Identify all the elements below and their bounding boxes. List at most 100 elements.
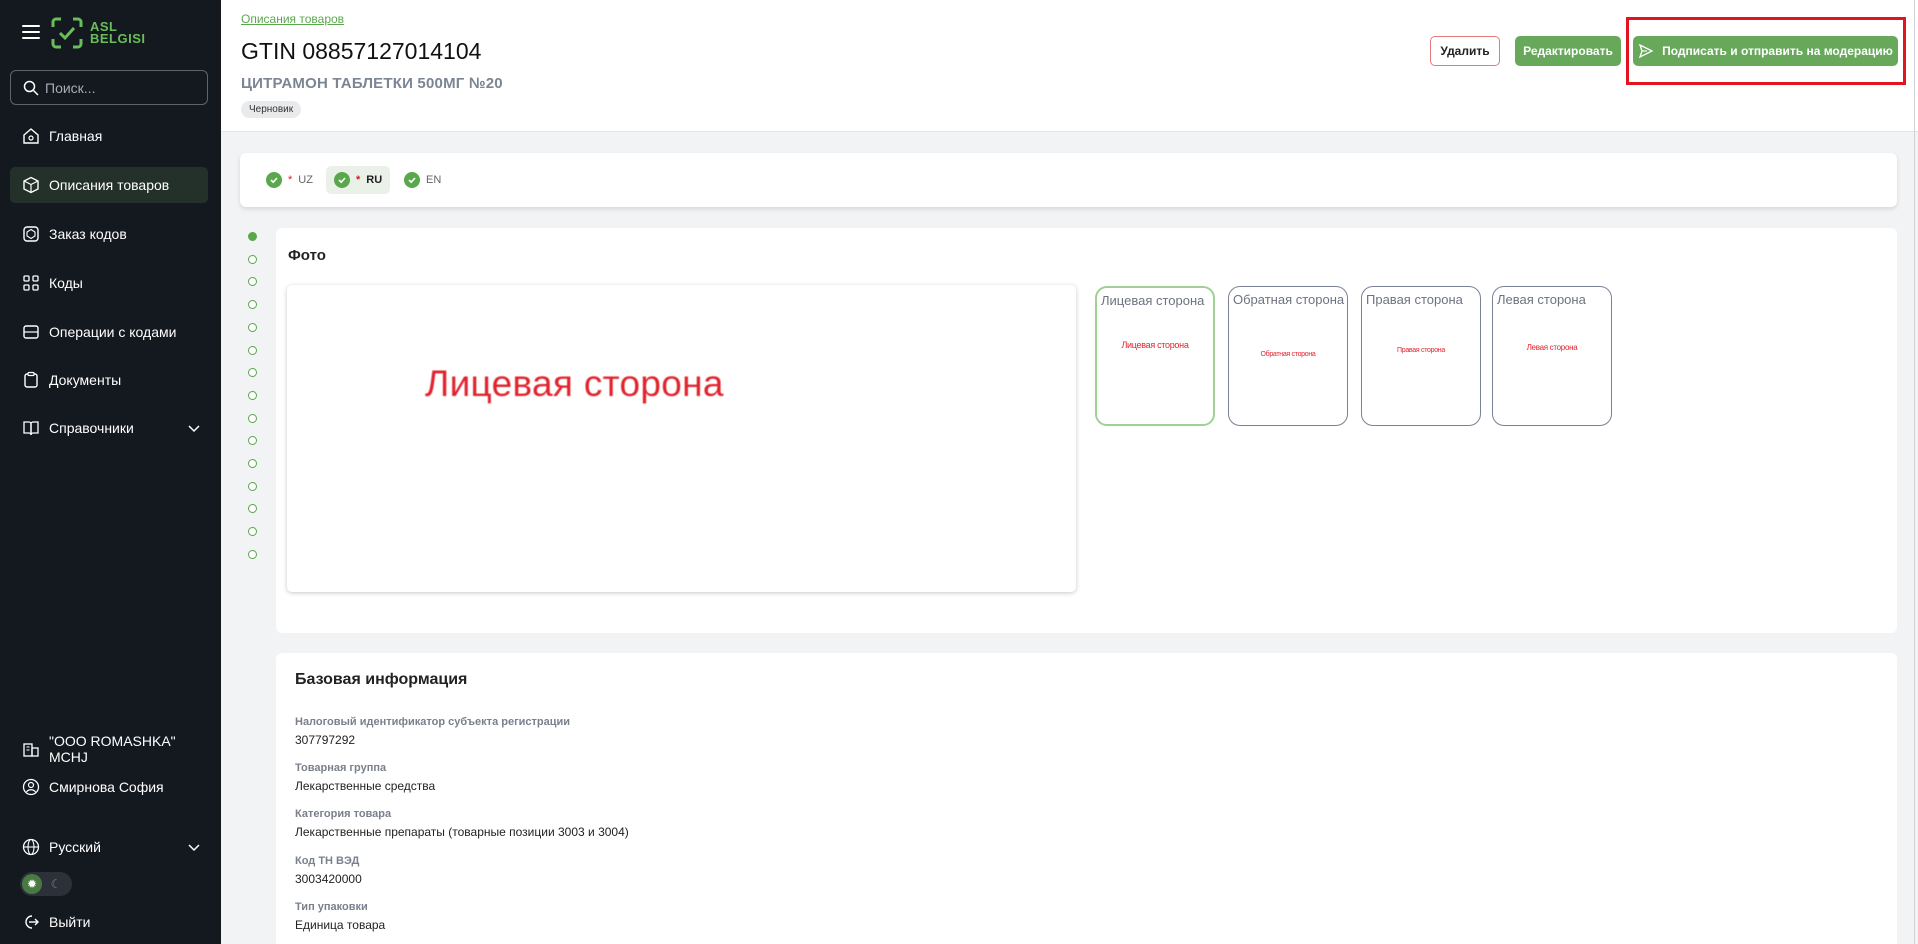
theme-toggle[interactable]: ✹ ☾ [20,872,72,896]
thumbnail-label: Лицевая сторона [1101,293,1205,308]
check-icon [266,172,282,188]
sidebar-item-label: Заказ кодов [49,226,127,242]
sidebar-item-label: Документы [49,372,122,388]
step-dot[interactable] [248,368,257,378]
logo-line-2: BELGISI [90,31,146,46]
field-label-category: Категория товара [295,808,392,820]
tab-uz[interactable]: * UZ [258,166,321,194]
thumbnail-label: Обратная сторона [1233,292,1345,307]
step-dot[interactable] [248,527,257,537]
language-selector[interactable]: Русский [10,829,208,865]
logo[interactable]: ASL BELGISI [50,16,146,50]
photo-section: Фото Лицевая сторона Лицевая сторона Лиц… [276,228,1897,633]
thumbnail-label: Правая сторона [1366,292,1463,307]
sidebar-item-codes[interactable]: Коды [10,265,208,301]
book-icon [22,419,40,437]
tab-label: RU [366,174,383,186]
base-info-title: Базовая информация [295,671,468,688]
logout-label: Выйти [49,914,91,930]
tab-en[interactable]: EN [396,166,449,194]
field-value-hs-code: 3003420000 [295,872,362,886]
operations-icon [22,323,40,341]
step-dot[interactable] [248,504,257,514]
step-dot[interactable] [248,300,257,310]
home-icon [22,127,40,145]
sidebar-item-home[interactable]: Главная [10,118,208,154]
sidebar-item-label: Операции с кодами [49,324,177,340]
codes-icon [22,274,40,292]
thumbnail-image: Левая сторона [1526,343,1578,352]
search-icon [23,80,39,96]
step-dot[interactable] [248,481,257,491]
chevron-down-icon[interactable] [186,420,202,436]
field-label-product-group: Товарная группа [295,762,387,774]
user-name: Смирнова София [49,779,164,795]
search-input[interactable] [45,79,195,96]
sidebar-item-product-descriptions[interactable]: Описания товаров [10,167,208,203]
language-tabs: * UZ * RU EN [240,153,1897,207]
photo-title: Фото [288,247,326,264]
breadcrumb[interactable]: Описания товаров [241,12,344,26]
sidebar: ASL BELGISI Главная Описания товаров Зак… [0,0,221,944]
delete-button[interactable]: Удалить [1430,36,1500,66]
step-dot[interactable] [248,345,257,355]
search-box[interactable] [10,70,208,105]
sidebar-company[interactable]: "OOO ROMASHKA" MCHJ [10,731,208,767]
globe-icon [22,838,40,856]
step-dot[interactable] [248,322,257,332]
check-icon [404,172,420,188]
field-value-package-type: Единица товара [295,918,386,932]
sidebar-item-documents[interactable]: Документы [10,362,208,398]
tab-ru[interactable]: * RU [326,166,391,194]
logout-button[interactable]: Выйти [10,904,208,940]
sidebar-item-label: Главная [49,128,103,144]
field-label-tax-id: Налоговый идентификатор субъекта регистр… [295,716,571,728]
step-dot[interactable] [248,390,257,400]
step-dot[interactable] [248,413,257,423]
step-dot[interactable] [248,277,257,287]
thumbnail-right[interactable]: Правая сторона Правая сторона [1361,286,1481,426]
sidebar-item-label: Описания товаров [49,177,170,193]
scrollbar[interactable] [1914,0,1915,944]
sidebar-item-references[interactable]: Справочники [10,410,208,446]
sun-icon[interactable]: ✹ [22,874,42,894]
logo-icon [51,17,83,49]
required-marker: * [288,174,293,186]
step-dot[interactable] [248,254,257,264]
thumbnail-image: Правая сторона [1397,347,1445,354]
field-value-tax-id: 307797292 [295,733,356,747]
thumbnail-left[interactable]: Левая сторона Левая сторона [1492,286,1612,426]
page-title: GTIN 08857127014104 [241,38,482,64]
field-value-product-group: Лекарственные средства [295,779,436,793]
sidebar-item-label: Справочники [49,420,134,436]
step-dot[interactable] [248,549,257,559]
field-value-category: Лекарственные препараты (товарные позици… [295,825,629,839]
field-label-hs-code: Код ТН ВЭД [295,855,360,867]
sidebar-item-order-codes[interactable]: Заказ кодов [10,216,208,252]
edit-button[interactable]: Редактировать [1515,36,1621,66]
step-dot[interactable] [248,232,257,241]
sidebar-item-code-operations[interactable]: Операции с кодами [10,314,208,350]
check-icon [334,172,350,188]
main-photo[interactable]: Лицевая сторона [287,285,1076,592]
company-name: "OOO ROMASHKA" MCHJ [49,733,176,765]
thumbnail-image: Лицевая сторона [1121,340,1189,350]
order-codes-icon [22,225,40,243]
sidebar-item-label: Коды [49,275,83,291]
moon-icon[interactable]: ☾ [46,874,66,894]
thumbnail-label: Левая сторона [1497,292,1586,307]
tab-label: EN [426,174,442,186]
thumbnail-back[interactable]: Обратная сторона Обратная сторона [1228,286,1348,426]
logo-text: ASL BELGISI [90,20,146,46]
step-dot[interactable] [248,459,257,468]
sidebar-user[interactable]: Смирнова София [10,769,208,805]
thumbnail-image: Обратная сторона [1260,351,1316,358]
menu-icon[interactable] [22,25,40,39]
thumbnail-front[interactable]: Лицевая сторона Лицевая сторона [1095,286,1215,426]
status-badge: Черновик [241,101,302,118]
base-info-section: Базовая информация Налоговый идентификат… [276,653,1897,944]
step-dot[interactable] [248,436,257,446]
highlight-box [1626,17,1906,85]
required-marker: * [356,174,361,186]
chevron-down-icon[interactable] [186,839,202,855]
